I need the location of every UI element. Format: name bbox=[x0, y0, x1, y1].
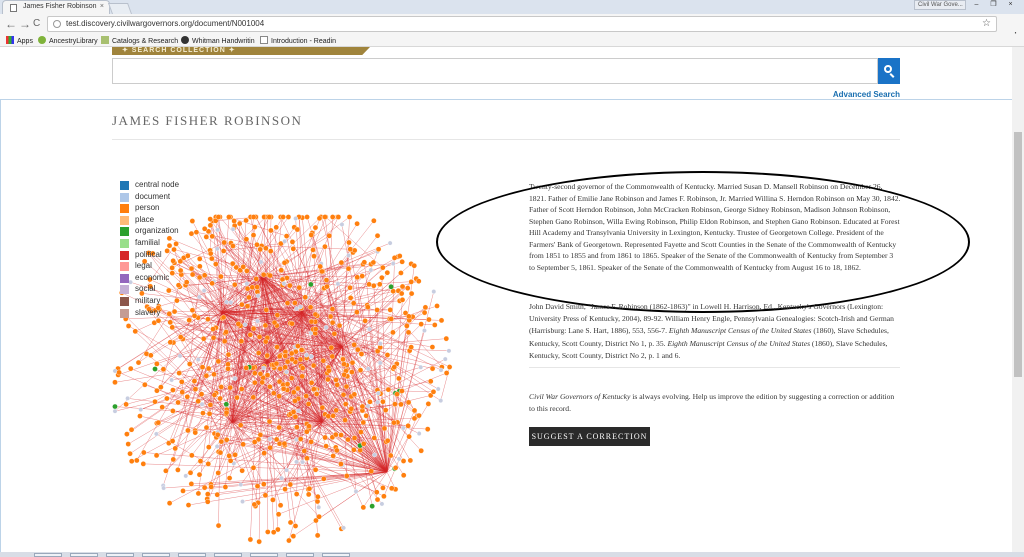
legend-swatch bbox=[120, 296, 129, 306]
scrollbar-thumb[interactable] bbox=[1014, 132, 1022, 377]
graph-legend: central node document person place organizat… bbox=[120, 180, 179, 319]
web-page: ✦ SEARCH COLLECTION ✦ Advanced Search JA… bbox=[0, 47, 1012, 552]
legend-item: familial bbox=[120, 238, 179, 250]
legend-swatch bbox=[120, 308, 129, 318]
reload-icon[interactable]: C bbox=[33, 17, 40, 31]
back-icon[interactable]: ← bbox=[5, 17, 17, 31]
browser-tab-strip: James Fisher Robinson × Civil War Gove..… bbox=[0, 0, 1024, 14]
legend-label: place bbox=[135, 214, 155, 224]
bookmarks-bar: Apps AncestryLibrary Catalogs & Research… bbox=[0, 34, 1024, 47]
new-tab-button[interactable] bbox=[107, 3, 133, 14]
legend-item: central node bbox=[120, 180, 179, 192]
window-close-icon[interactable]: × bbox=[1003, 0, 1018, 10]
legend-label: person bbox=[135, 203, 160, 213]
catalog-icon bbox=[101, 36, 109, 44]
apps-icon bbox=[6, 36, 14, 44]
search-icon bbox=[884, 65, 892, 73]
bookmark-introduction[interactable]: Introduction - Readin bbox=[260, 36, 336, 46]
page-icon bbox=[10, 4, 17, 12]
legend-label: organization bbox=[135, 226, 179, 236]
legend-label: legal bbox=[135, 261, 152, 271]
divider bbox=[112, 139, 900, 140]
search-collection-label: ✦ SEARCH COLLECTION ✦ bbox=[112, 47, 370, 55]
legend-item: place bbox=[120, 215, 179, 227]
search-button[interactable] bbox=[878, 58, 900, 84]
bookmark-ancestry[interactable]: AncestryLibrary bbox=[38, 36, 98, 46]
address-bar[interactable]: test.discovery.civilwargovernors.org/doc… bbox=[47, 16, 997, 32]
legend-label: slavery bbox=[135, 307, 161, 317]
legend-label: document bbox=[135, 191, 171, 201]
legend-item: organization bbox=[120, 226, 179, 238]
legend-item: document bbox=[120, 192, 179, 204]
minimize-icon[interactable]: – bbox=[969, 0, 984, 10]
search-input[interactable] bbox=[112, 58, 878, 84]
legend-item: person bbox=[120, 203, 179, 215]
highlight-ellipse bbox=[436, 171, 970, 313]
bookmark-star-icon[interactable]: ☆ bbox=[982, 17, 991, 31]
tab-title: James Fisher Robinson bbox=[23, 3, 97, 10]
bookmark-apps[interactable]: Apps bbox=[6, 36, 33, 46]
legend-swatch bbox=[120, 192, 129, 202]
legend-label: social bbox=[135, 284, 156, 294]
forward-icon[interactable]: → bbox=[19, 17, 31, 31]
legend-swatch bbox=[120, 238, 129, 248]
portrait-icon bbox=[181, 36, 189, 44]
tab-close-icon[interactable]: × bbox=[100, 3, 104, 10]
legend-item: slavery bbox=[120, 308, 179, 320]
suggest-correction-button[interactable]: SUGGEST A CORRECTION bbox=[529, 427, 650, 446]
legend-swatch bbox=[120, 215, 129, 225]
legend-item: social bbox=[120, 284, 179, 296]
page-title: JAMES FISHER ROBINSON bbox=[112, 113, 303, 128]
legend-swatch bbox=[120, 204, 129, 214]
browser-tab[interactable]: James Fisher Robinson × bbox=[2, 0, 110, 14]
legend-swatch bbox=[120, 262, 129, 272]
legend-item: military bbox=[120, 296, 179, 308]
scrollbar[interactable] bbox=[1012, 47, 1024, 552]
improve-note: Civil War Governors of Kentucky is alway… bbox=[529, 392, 895, 413]
advanced-search-link[interactable]: Advanced Search bbox=[820, 90, 900, 99]
legend-label: economic bbox=[135, 272, 170, 282]
legend-swatch bbox=[120, 181, 129, 190]
legend-label: familial bbox=[135, 237, 160, 247]
legend-item: economic bbox=[120, 273, 179, 285]
taskbar bbox=[0, 552, 1024, 557]
legend-item: political bbox=[120, 250, 179, 262]
profile-button[interactable]: Civil War Gove... bbox=[914, 0, 966, 10]
url-text: test.discovery.civilwargovernors.org/doc… bbox=[66, 19, 265, 28]
page-icon bbox=[260, 36, 268, 44]
legend-swatch bbox=[120, 273, 129, 283]
bookmark-whitman[interactable]: Whitman Handwritin bbox=[181, 36, 255, 46]
legend-swatch bbox=[120, 285, 129, 295]
divider bbox=[529, 367, 900, 368]
legend-swatch bbox=[120, 227, 129, 237]
legend-item: legal bbox=[120, 261, 179, 273]
citation-text: John David Smith, "James F. Robinson (18… bbox=[529, 302, 894, 360]
restore-icon[interactable]: ❐ bbox=[986, 0, 1001, 10]
info-icon[interactable] bbox=[53, 20, 61, 28]
bookmark-catalogs[interactable]: Catalogs & Research bbox=[101, 36, 178, 46]
legend-label: military bbox=[135, 295, 161, 305]
window-controls: – ❐ × bbox=[969, 0, 1018, 10]
leaf-icon bbox=[38, 36, 46, 44]
browser-toolbar: ← → C test.discovery.civilwargovernors.o… bbox=[0, 14, 1024, 43]
legend-swatch bbox=[120, 250, 129, 260]
legend-label: central node bbox=[135, 180, 180, 189]
legend-label: political bbox=[135, 249, 162, 259]
